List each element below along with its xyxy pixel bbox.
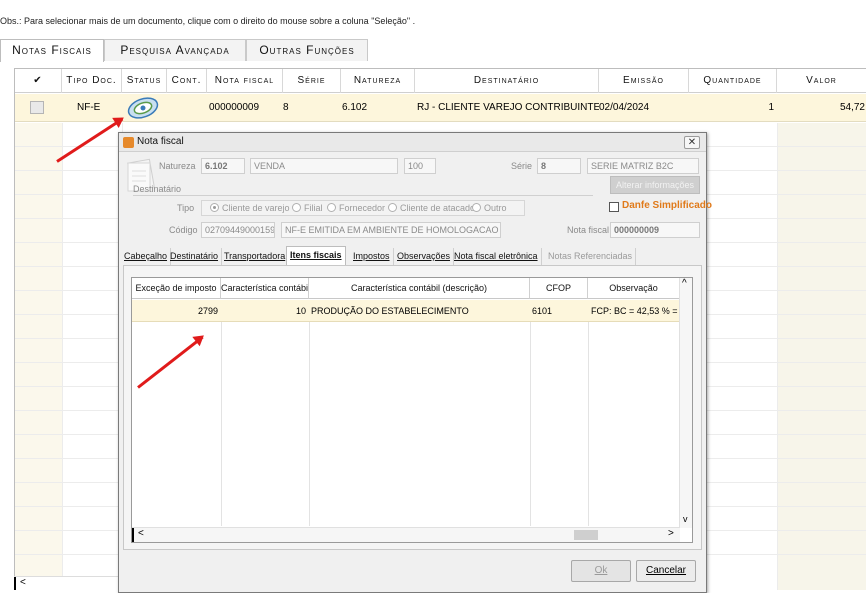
dialog-title: Nota fiscal bbox=[137, 136, 184, 147]
header-observacao[interactable]: Observação bbox=[588, 278, 680, 299]
cell-serie: 8 bbox=[283, 102, 289, 113]
natureza-code-field[interactable]: 6.102 bbox=[201, 158, 245, 174]
nota-fiscal-label: Nota fiscal bbox=[567, 225, 610, 235]
scroll-thumb[interactable] bbox=[574, 530, 598, 540]
grid-horizontal-scrollbar[interactable]: < bbox=[14, 576, 118, 590]
nota-fiscal-field[interactable]: 000000009 bbox=[610, 222, 700, 238]
serie-desc-field[interactable]: SERIE MATRIZ B2C bbox=[587, 158, 699, 174]
header-natureza[interactable]: Natureza bbox=[341, 69, 415, 93]
nota-fiscal-dialog: Nota fiscal ✕ Natureza 6.102 VENDA 100 S… bbox=[118, 132, 712, 593]
dialog-titlebar[interactable]: Nota fiscal ✕ bbox=[119, 133, 706, 152]
serie-label: Série bbox=[511, 161, 533, 171]
cell-tipo-doc: NF-E bbox=[77, 102, 101, 113]
cancel-button[interactable]: Cancelar bbox=[636, 560, 696, 582]
radio-filial[interactable] bbox=[292, 203, 301, 212]
tab-observacoes[interactable]: Observações bbox=[394, 248, 455, 265]
danfe-simplificado-label: Danfe Simplificado bbox=[622, 200, 713, 211]
radio-label-cliente-varejo: Cliente de varejo bbox=[222, 203, 290, 213]
radio-label-filial: Filial bbox=[304, 203, 323, 213]
scrollbar-edge bbox=[132, 528, 134, 542]
tab-nota-fiscal-eletronica[interactable]: Nota fiscal eletrônica bbox=[451, 248, 542, 265]
cell-natureza: 6.102 bbox=[342, 102, 368, 113]
header-destinatario[interactable]: Destinatário bbox=[415, 69, 599, 93]
status-icon bbox=[125, 94, 161, 122]
radio-outro[interactable] bbox=[472, 203, 481, 212]
cell-observacao: FCP: BC = 42,53 % = 2,00 bbox=[591, 306, 679, 316]
tab-notas-referenciadas: Notas Referenciadas bbox=[545, 248, 637, 265]
tab-transportadora[interactable]: Transportadora bbox=[221, 248, 290, 265]
scroll-left-button[interactable]: < bbox=[138, 528, 144, 539]
ok-button[interactable]: Ok bbox=[571, 560, 631, 582]
radio-cliente-atacado[interactable] bbox=[388, 203, 397, 212]
natureza-label: Natureza bbox=[159, 161, 196, 171]
header-serie[interactable]: Série bbox=[283, 69, 341, 93]
cell-caracteristica-descricao: PRODUÇÃO DO ESTABELECIMENTO bbox=[311, 306, 469, 316]
selection-hint: Obs.: Para selecionar mais de um documen… bbox=[0, 16, 416, 26]
destinatario-separator bbox=[133, 195, 593, 196]
inner-horizontal-scrollbar[interactable]: < > bbox=[132, 527, 680, 542]
inner-vertical-scrollbar[interactable]: ^ v bbox=[679, 278, 692, 528]
header-cont[interactable]: Cont. bbox=[167, 69, 207, 93]
cell-emissao: 02/04/2024 bbox=[599, 102, 650, 113]
header-tipo-doc[interactable]: Tipo Doc. bbox=[62, 69, 122, 93]
header-quantidade[interactable]: Quantidade bbox=[689, 69, 777, 93]
natureza-number-field[interactable]: 100 bbox=[404, 158, 436, 174]
cell-quantidade: 1 bbox=[768, 102, 774, 113]
codigo-field[interactable]: 02709449000159 bbox=[201, 222, 275, 238]
cell-excecao-imposto: 2799 bbox=[197, 306, 218, 316]
codigo-desc-field[interactable]: NF-E EMITIDA EM AMBIENTE DE HOMOLOGACAO bbox=[281, 222, 501, 238]
radio-fornecedor[interactable] bbox=[327, 203, 336, 212]
tab-outras-funcoes[interactable]: Outras Funções bbox=[246, 39, 368, 61]
scrollbar-edge bbox=[14, 577, 16, 590]
scroll-up-button[interactable]: ^ bbox=[682, 278, 687, 289]
radio-cliente-varejo[interactable] bbox=[210, 203, 219, 212]
header-status[interactable]: Status bbox=[122, 69, 167, 93]
table-row[interactable]: NF-E 000000009 8 6.102 RJ - CLIENTE VARE… bbox=[15, 94, 866, 122]
header-caracteristica-descricao[interactable]: Característica contábil (descrição) bbox=[309, 278, 530, 299]
scroll-left-button[interactable]: < bbox=[20, 577, 26, 588]
tipo-label: Tipo bbox=[177, 203, 195, 213]
danfe-checkbox[interactable] bbox=[609, 202, 619, 212]
cell-valor: 54,72 bbox=[839, 102, 865, 113]
tab-itens-fiscais[interactable]: Itens fiscais bbox=[286, 246, 346, 265]
header-caracteristica-contabil[interactable]: Característica contábil bbox=[221, 278, 309, 299]
header-nota-fiscal[interactable]: Nota fiscal bbox=[207, 69, 283, 93]
header-excecao-imposto[interactable]: Exceção de imposto bbox=[132, 278, 221, 299]
tab-destinatario[interactable]: Destinatário bbox=[167, 248, 223, 265]
scroll-right-button[interactable]: > bbox=[668, 528, 674, 539]
itens-fiscais-grid: Exceção de imposto Característica contáb… bbox=[131, 277, 693, 543]
header-cfop[interactable]: CFOP bbox=[530, 278, 588, 299]
tab-cabecalho[interactable]: Cabeçalho bbox=[121, 248, 172, 265]
dialog-tabs: Cabeçalho Destinatário Transportadora It… bbox=[119, 246, 706, 265]
radio-label-outro: Outro bbox=[484, 203, 507, 213]
serie-field[interactable]: 8 bbox=[537, 158, 581, 174]
radio-label-cliente-atacado: Cliente de atacado bbox=[400, 203, 476, 213]
app-icon bbox=[123, 137, 134, 148]
destinatario-label: Destinatário bbox=[133, 184, 182, 194]
tab-notas-fiscais[interactable]: Notas Fiscais bbox=[0, 39, 104, 62]
alterar-informacoes-button[interactable]: Alterar informações bbox=[610, 176, 700, 194]
tab-impostos[interactable]: Impostos bbox=[350, 248, 394, 265]
tab-pesquisa-avancada[interactable]: Pesquisa Avançada bbox=[104, 39, 246, 61]
radio-label-fornecedor: Fornecedor bbox=[339, 203, 386, 213]
cell-cfop: 6101 bbox=[532, 306, 553, 316]
codigo-label: Código bbox=[169, 225, 198, 235]
natureza-desc-field[interactable]: VENDA bbox=[250, 158, 398, 174]
cell-nota-fiscal: 000000009 bbox=[209, 102, 260, 113]
header-selection[interactable]: ✔ bbox=[15, 69, 62, 93]
cell-caracteristica-contabil: 10 bbox=[295, 306, 306, 316]
scroll-down-button[interactable]: v bbox=[683, 514, 688, 524]
table-row[interactable]: 2799 10 PRODUÇÃO DO ESTABELECIMENTO 6101… bbox=[132, 300, 680, 322]
header-emissao[interactable]: Emissão bbox=[599, 69, 689, 93]
header-valor[interactable]: Valor bbox=[777, 69, 866, 93]
row-checkbox[interactable] bbox=[30, 101, 44, 114]
close-icon[interactable]: ✕ bbox=[684, 136, 700, 149]
tipo-radio-group: Cliente de varejo Filial Fornecedor Clie… bbox=[201, 200, 525, 216]
grid-header: ✔ Tipo Doc. Status Cont. Nota fiscal Sér… bbox=[15, 69, 866, 93]
cell-destinatario: RJ - CLIENTE VAREJO CONTRIBUINTE - LOJA bbox=[417, 102, 599, 113]
